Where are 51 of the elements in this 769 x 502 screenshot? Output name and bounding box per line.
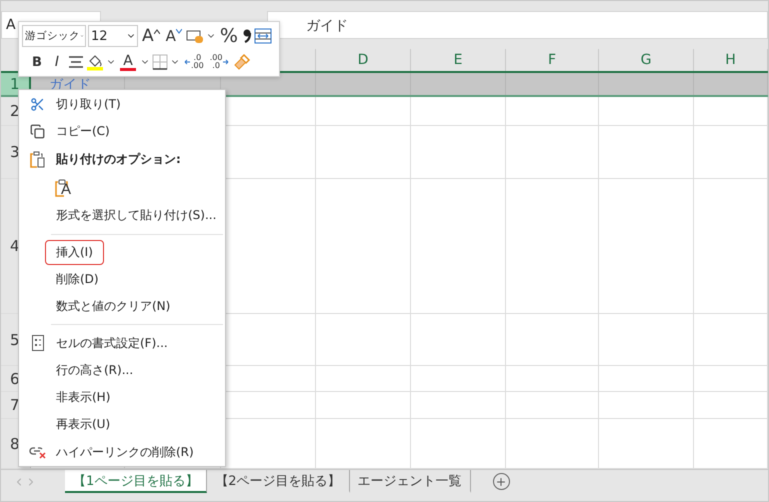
menu-item[interactable]: 挿入(I) xyxy=(45,240,104,265)
right-arrow-icon xyxy=(223,58,230,66)
font-color-button[interactable]: A xyxy=(118,51,138,73)
increase-decimal-button[interactable]: .0 .00 xyxy=(182,51,206,73)
paste-option-button[interactable]: A xyxy=(55,178,72,197)
down-caret-icon xyxy=(176,29,182,34)
menu-item[interactable]: 非表示(H) xyxy=(45,385,122,410)
up-caret-icon xyxy=(154,29,160,34)
left-arrow-icon xyxy=(184,58,190,66)
color-bar-icon xyxy=(120,68,136,70)
cell-format-icon[interactable] xyxy=(186,28,204,44)
fill-color-icon[interactable] xyxy=(86,53,104,71)
menu-item[interactable]: 再表示(U) xyxy=(45,412,122,438)
align-center-icon[interactable] xyxy=(68,55,84,69)
remove-link-icon xyxy=(28,445,46,460)
clipboard-icon xyxy=(55,178,69,197)
scissors-icon xyxy=(30,97,45,112)
grow-font-button[interactable]: A xyxy=(140,25,162,47)
percent-button[interactable]: % xyxy=(218,25,240,47)
borders-icon[interactable] xyxy=(152,54,168,70)
sheet-tab[interactable]: エージェント一覧 xyxy=(350,470,471,493)
column-header[interactable]: D xyxy=(316,49,411,71)
add-sheet-button[interactable] xyxy=(492,473,510,490)
shrink-font-button[interactable]: A xyxy=(164,25,184,47)
wrap-text-icon[interactable] xyxy=(254,28,272,44)
sheet-tab[interactable]: 【2ページ目を貼る】 xyxy=(207,470,350,493)
italic-button[interactable]: I xyxy=(48,51,66,73)
formula-bar[interactable]: ガイド xyxy=(267,11,768,39)
menu-item[interactable]: セルの書式設定(F)... xyxy=(45,330,179,356)
font-dropdown[interactable]: 游ゴシック xyxy=(22,25,86,47)
format-cells-icon xyxy=(32,335,44,352)
menu-heading: 貼り付けのオプション: xyxy=(56,150,181,168)
column-header[interactable]: E xyxy=(411,49,506,71)
menu-item[interactable]: 行の高さ(R)... xyxy=(45,358,144,383)
comma-style-icon[interactable] xyxy=(242,28,252,44)
menu-item[interactable]: 削除(D) xyxy=(45,266,110,292)
column-header[interactable]: F xyxy=(506,49,599,71)
font-size-dropdown[interactable]: 12 xyxy=(88,25,138,47)
bold-button[interactable]: B xyxy=(28,51,46,73)
decrease-decimal-button[interactable]: .00 .0 xyxy=(208,51,232,73)
menu-item[interactable]: 数式と値のクリア(N) xyxy=(45,294,182,320)
copy-icon xyxy=(30,124,45,140)
column-header[interactable]: H xyxy=(694,49,768,71)
menu-item[interactable]: 形式を選択して貼り付け(S)... xyxy=(45,203,228,228)
column-header[interactable]: G xyxy=(599,49,694,71)
menu-item[interactable]: コピー(C) xyxy=(45,119,121,144)
plus-icon xyxy=(495,476,508,488)
menu-item[interactable]: ハイパーリンクの削除(R) xyxy=(45,440,205,465)
clipboard-icon xyxy=(30,150,45,168)
menu-item[interactable]: 切り取り(T) xyxy=(45,92,132,118)
sheet-tab[interactable]: 【1ページ目を貼る】 xyxy=(65,470,208,493)
